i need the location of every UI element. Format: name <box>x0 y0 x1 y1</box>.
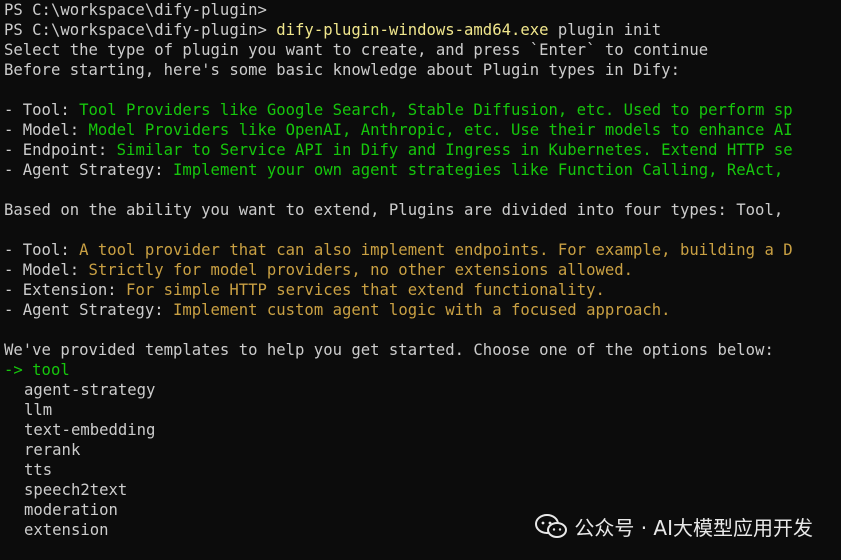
type-desc: Similar to Service API in Dify and Ingre… <box>107 141 793 159</box>
prompt: PS C:\workspace\dify-plugin> <box>4 21 267 39</box>
type-line: - Agent Strategy: Implement custom agent… <box>4 300 841 320</box>
type-desc: Model Providers like OpenAI, Anthropic, … <box>79 121 793 139</box>
command-name: dify-plugin-windows-amd64.exe <box>276 21 549 39</box>
type-label: - Tool: <box>4 241 70 259</box>
type-line: - Extension: For simple HTTP services th… <box>4 280 841 300</box>
command-line: PS C:\workspace\dify-plugin> dify-plugin… <box>4 20 841 40</box>
wechat-icon <box>535 514 568 538</box>
type-desc: Strictly for model providers, no other e… <box>79 261 634 279</box>
type-line: - Model: Model Providers like OpenAI, An… <box>4 120 841 140</box>
terminal[interactable]: PS C:\workspace\dify-plugin> PS C:\works… <box>4 0 841 540</box>
prompt-line: PS C:\workspace\dify-plugin> <box>4 0 841 20</box>
prompt: PS C:\workspace\dify-plugin> <box>4 1 267 19</box>
type-label: - Extension: <box>4 281 117 299</box>
watermark-text: 公众号 · AI大模型应用开发 <box>574 515 813 540</box>
watermark: 公众号 · AI大模型应用开发 <box>534 510 813 542</box>
type-label: - Model: <box>4 121 80 139</box>
type-desc: Tool Providers like Google Search, Stabl… <box>69 101 793 119</box>
type-line: - Tool: A tool provider that can also im… <box>4 240 841 260</box>
option-rerank[interactable]: rerank <box>4 440 841 460</box>
option-text-embedding[interactable]: text-embedding <box>4 420 841 440</box>
type-label: - Model: <box>4 261 80 279</box>
type-line: - Tool: Tool Providers like Google Searc… <box>4 100 841 120</box>
type-label: - Agent Strategy: <box>4 161 164 179</box>
ability-line: Based on the ability you want to extend,… <box>4 201 784 219</box>
type-label: - Agent Strategy: <box>4 301 164 319</box>
command-args: plugin init <box>557 21 662 39</box>
templates-line: We've provided templates to help you get… <box>4 341 774 359</box>
option-tts[interactable]: tts <box>4 460 841 480</box>
type-desc: A tool provider that can also implement … <box>69 241 793 259</box>
intro-line: Select the type of plugin you want to cr… <box>4 41 709 59</box>
type-line: - Agent Strategy: Implement your own age… <box>4 160 841 180</box>
intro-line: Before starting, here's some basic knowl… <box>4 61 680 79</box>
type-label: - Endpoint: <box>4 141 108 159</box>
type-desc: For simple HTTP services that extend fun… <box>116 281 605 299</box>
type-line: - Model: Strictly for model providers, n… <box>4 260 841 280</box>
option-speech2text[interactable]: speech2text <box>4 480 841 500</box>
type-label: - Tool: <box>4 101 70 119</box>
option-llm[interactable]: llm <box>4 400 841 420</box>
type-desc: Implement your own agent strategies like… <box>163 161 784 179</box>
option-agent-strategy[interactable]: agent-strategy <box>4 380 841 400</box>
option-selected-tool[interactable]: -> tool <box>4 360 841 380</box>
type-line: - Endpoint: Similar to Service API in Di… <box>4 140 841 160</box>
type-desc: Implement custom agent logic with a focu… <box>163 301 671 319</box>
